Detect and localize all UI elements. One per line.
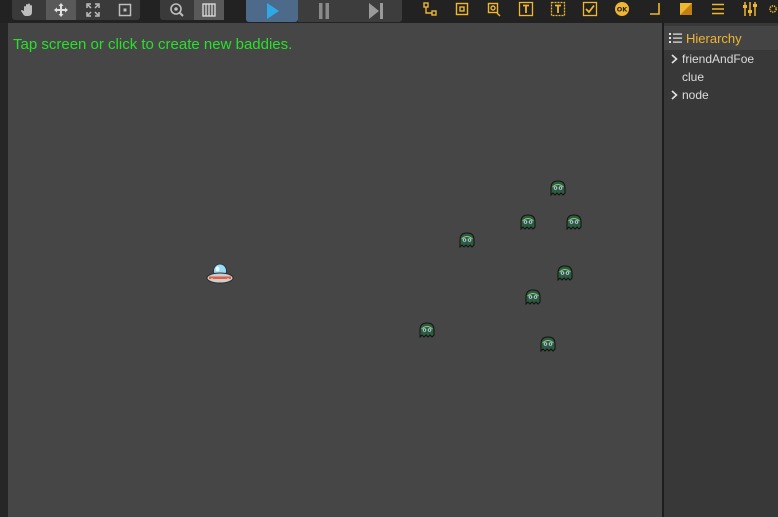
scale-icon: [85, 2, 101, 18]
alien-octopus-icon[interactable]: [524, 288, 542, 311]
alien-octopus-icon[interactable]: [519, 213, 537, 236]
hand-tool-button[interactable]: [14, 0, 44, 20]
label-icon[interactable]: [516, 0, 536, 18]
tree-item-label: node: [682, 88, 709, 102]
play-button[interactable]: [246, 0, 298, 22]
hierarchy-title: Hierarchy: [686, 30, 742, 46]
grid-icon: [201, 2, 217, 18]
tree-item-label: friendAndFoe: [682, 52, 755, 66]
alien-octopus-icon[interactable]: [565, 213, 583, 236]
list-icon[interactable]: [708, 0, 728, 18]
move-tool-button[interactable]: [46, 0, 76, 20]
scene-hint-text: Tap screen or click to create new baddie…: [13, 36, 293, 53]
hierarchy-panel: Hierarchy friendAndFoe clue node: [664, 23, 778, 517]
node-icon[interactable]: [420, 0, 440, 18]
left-edge-strip: [0, 23, 8, 517]
grid-tool-button[interactable]: [194, 0, 224, 20]
hierarchy-tab[interactable]: Hierarchy: [664, 26, 778, 50]
chevron-right-icon[interactable]: [669, 90, 679, 100]
rect-tool-button[interactable]: [110, 0, 140, 20]
settings-icon[interactable]: [768, 0, 778, 18]
alien-octopus-icon[interactable]: [418, 321, 436, 344]
rect-icon: [117, 2, 133, 18]
hand-icon: [21, 3, 37, 17]
zoom-tool-button[interactable]: [162, 0, 192, 20]
image-icon[interactable]: [484, 0, 504, 18]
zoom-icon: [169, 2, 185, 18]
tree-item-node[interactable]: node: [664, 86, 709, 104]
svg-text:OK: OK: [617, 6, 629, 14]
tree-item-clue[interactable]: clue: [682, 68, 704, 86]
view-tool-group: [160, 0, 224, 20]
button-icon[interactable]: OK: [612, 0, 632, 18]
pause-icon: [315, 2, 333, 20]
richtext-icon[interactable]: [548, 0, 568, 18]
slider-icon[interactable]: [740, 0, 760, 18]
pause-button[interactable]: [298, 0, 350, 22]
tree-item-friendandfoe[interactable]: friendAndFoe: [664, 50, 754, 68]
alien-octopus-icon[interactable]: [549, 179, 567, 202]
checkbox-icon[interactable]: [580, 0, 600, 18]
alien-octopus-icon[interactable]: [556, 264, 574, 287]
tree-item-label: clue: [682, 70, 705, 84]
list-icon: [669, 32, 682, 44]
move-icon: [53, 2, 69, 18]
game-scene-view[interactable]: Tap screen or click to create new baddie…: [8, 23, 662, 517]
layout-icon[interactable]: [644, 0, 664, 18]
sprite-icon[interactable]: [452, 0, 472, 18]
ufo-icon[interactable]: [206, 263, 234, 292]
alien-octopus-icon[interactable]: [458, 231, 476, 254]
widget-icon[interactable]: [676, 0, 696, 18]
chevron-right-icon[interactable]: [669, 54, 679, 64]
scale-tool-button[interactable]: [78, 0, 108, 20]
step-button[interactable]: [350, 0, 402, 22]
step-icon: [366, 2, 386, 20]
toolbar: OK: [0, 0, 778, 24]
alien-octopus-icon[interactable]: [539, 335, 557, 358]
transform-tool-group: [12, 0, 140, 20]
play-icon: [263, 2, 281, 20]
